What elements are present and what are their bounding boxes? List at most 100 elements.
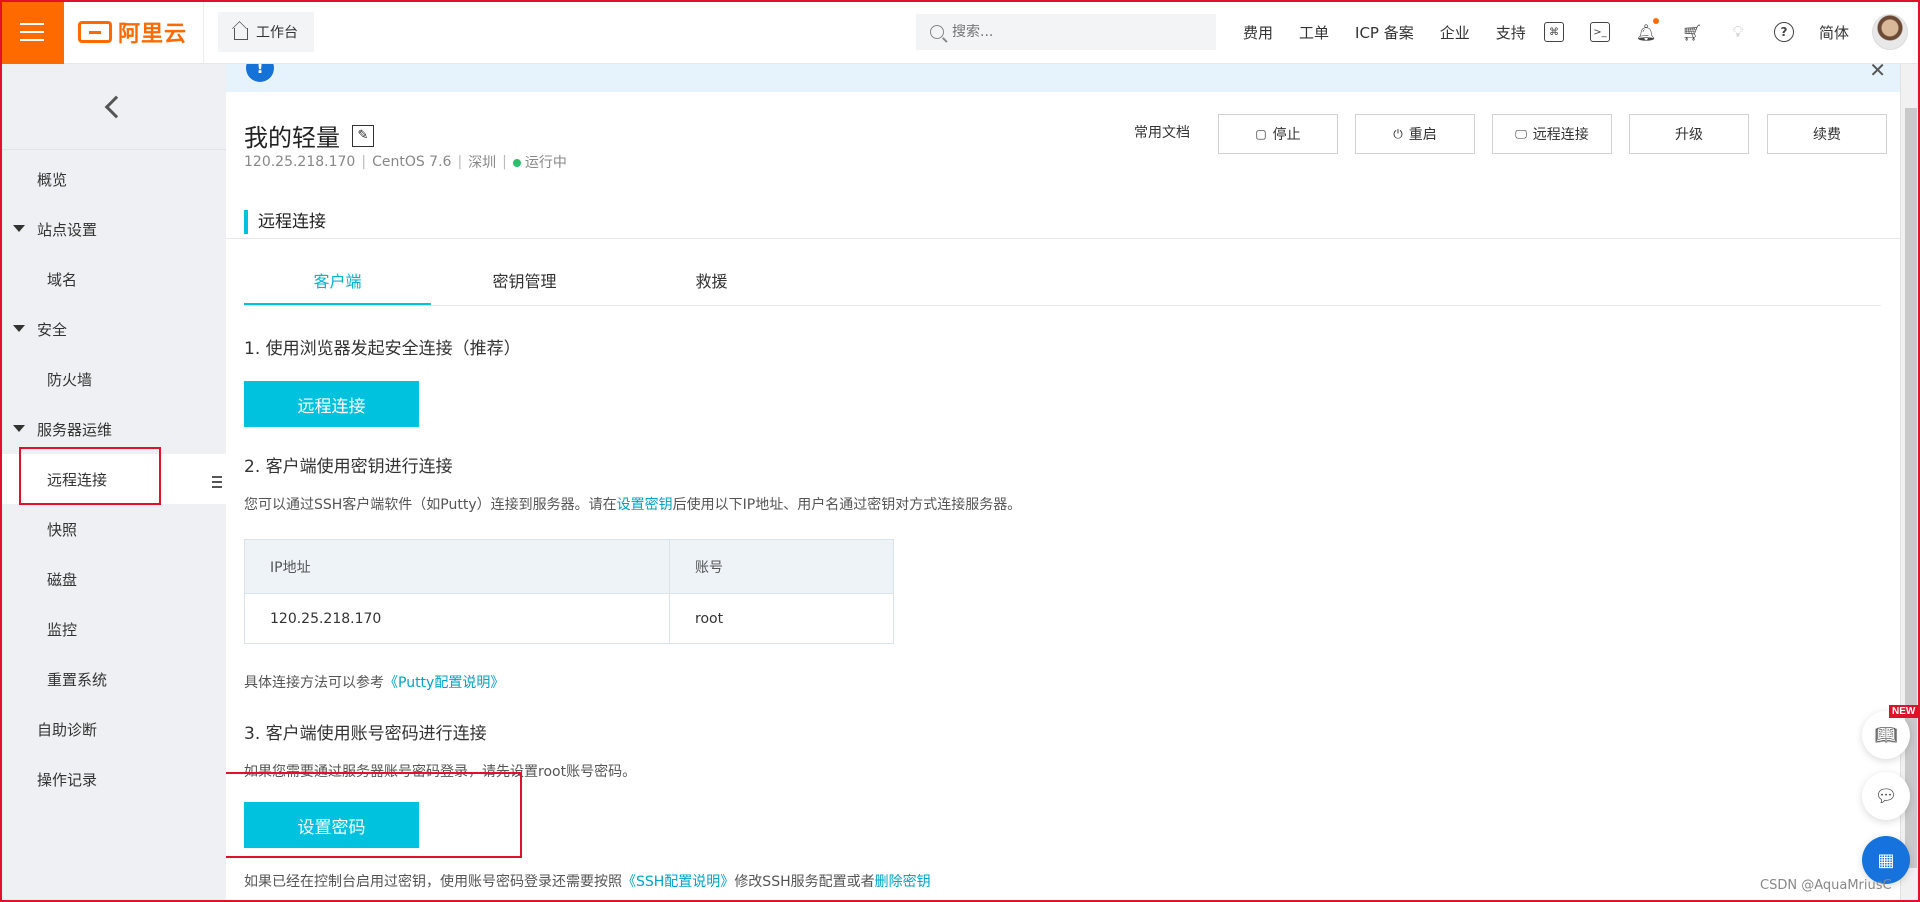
close-icon[interactable]: ✕ bbox=[1869, 64, 1886, 82]
instance-name: 我的轻量 bbox=[244, 124, 340, 152]
sidebar-item-2[interactable]: 域名 bbox=[0, 254, 226, 304]
sidebar-item-label: 防火墙 bbox=[47, 370, 93, 389]
list-icon bbox=[212, 476, 222, 488]
instance-info: 120.25.218.170 | CentOS 7.6 | 深圳 | 运行中 bbox=[244, 152, 567, 172]
section-title: 远程连接 bbox=[244, 210, 326, 234]
cart-icon[interactable]: 🛒︎ bbox=[1682, 22, 1702, 42]
aliyun-logo[interactable]: 阿里云 bbox=[64, 0, 205, 64]
set-key-link[interactable]: 设置密钥 bbox=[617, 497, 673, 513]
top-link-fees[interactable]: 费用 bbox=[1243, 22, 1273, 43]
sidebar-item-label: 重置系统 bbox=[47, 670, 108, 689]
workbench-button[interactable]: 工作台 bbox=[218, 11, 315, 52]
step2-description: 您可以通过SSH客户端软件（如Putty）连接到服务器。请在设置密钥后使用以下I… bbox=[244, 497, 1022, 513]
table-header-account: 账号 bbox=[669, 539, 894, 594]
putty-config-link[interactable]: 《Putty配置说明》 bbox=[384, 675, 504, 691]
monitor-icon: 🖵 bbox=[1515, 126, 1527, 141]
browser-remote-connect-button[interactable]: 远程连接 bbox=[244, 381, 419, 427]
sidebar-item-label: 快照 bbox=[47, 520, 78, 539]
sidebar-item-4[interactable]: 防火墙 bbox=[0, 354, 226, 404]
step3-title: 3. 客户端使用账号密码进行连接 bbox=[244, 724, 487, 744]
caret-down-icon bbox=[13, 325, 25, 332]
sidebar-item-label: 磁盘 bbox=[47, 570, 78, 589]
search-input[interactable] bbox=[952, 24, 1192, 40]
ssh-description: 如果已经在控制台启用过密钥，使用账号密码登录还需要按照《SSH配置说明》修改SS… bbox=[244, 874, 931, 890]
top-link-enterprise[interactable]: 企业 bbox=[1440, 22, 1470, 43]
upgrade-button[interactable]: 升级 bbox=[1629, 114, 1749, 154]
connection-table: IP地址 账号 120.25.218.170 root bbox=[244, 539, 894, 644]
guide-book-icon[interactable]: 📖︎ bbox=[1862, 711, 1910, 759]
sidebar-item-9[interactable]: 监控 bbox=[0, 604, 226, 654]
avatar[interactable] bbox=[1872, 14, 1908, 50]
top-link-tickets[interactable]: 工单 bbox=[1299, 22, 1329, 43]
app-icon[interactable]: ⌘ bbox=[1544, 22, 1564, 42]
apps-grid-icon[interactable]: ▦ bbox=[1862, 836, 1910, 884]
tab-key-management[interactable]: 密钥管理 bbox=[431, 260, 618, 305]
scrollbar[interactable] bbox=[1900, 64, 1920, 902]
table-row: 120.25.218.170 root bbox=[244, 593, 894, 644]
instance-ip: 120.25.218.170 bbox=[244, 154, 356, 170]
watermark: CSDN @AquaMriusC bbox=[1760, 878, 1892, 893]
instance-os: CentOS 7.6 bbox=[372, 154, 452, 170]
workbench-label: 工作台 bbox=[256, 24, 299, 41]
sidebar-item-7[interactable]: 快照 bbox=[0, 504, 226, 554]
sidebar-item-11[interactable]: 自助诊断 bbox=[0, 704, 226, 754]
chevron-left-icon bbox=[104, 95, 128, 118]
sidebar-item-10[interactable]: 重置系统 bbox=[0, 654, 226, 704]
ssh-config-link[interactable]: 《SSH配置说明》 bbox=[622, 874, 734, 890]
edit-icon[interactable]: ✎ bbox=[352, 124, 374, 147]
main-content: ! ✕ 我的轻量 ✎ 120.25.218.170 | CentOS 7.6 |… bbox=[226, 64, 1900, 902]
sidebar-item-label: 安全 bbox=[37, 320, 68, 339]
restart-button[interactable]: ⏻ 重启 bbox=[1355, 114, 1475, 154]
terminal-icon[interactable]: >_ bbox=[1590, 22, 1610, 42]
sidebar-item-label: 服务器运维 bbox=[37, 420, 113, 439]
sidebar-item-0[interactable]: 概览 bbox=[0, 154, 226, 204]
chat-icon[interactable]: 💬︎ bbox=[1862, 772, 1910, 820]
menu-button[interactable] bbox=[0, 0, 64, 64]
search-icon bbox=[930, 25, 944, 39]
status-badge: 运行中 bbox=[512, 152, 567, 172]
sidebar-item-label: 站点设置 bbox=[37, 220, 98, 239]
lightbulb-icon[interactable]: 💡︎ bbox=[1728, 22, 1748, 42]
sidebar-item-label: 自助诊断 bbox=[37, 720, 98, 739]
top-icons: ⌘ >_ 🔔︎ 🛒︎ 💡︎ ? bbox=[1544, 0, 1820, 64]
docs-link[interactable]: 常用文档 bbox=[1134, 122, 1190, 142]
stop-button[interactable]: ▢ 停止 bbox=[1218, 114, 1338, 154]
table-header-ip: IP地址 bbox=[244, 539, 670, 594]
remote-connect-button[interactable]: 🖵 远程连接 bbox=[1492, 114, 1612, 154]
sidebar-item-3[interactable]: 安全 bbox=[0, 304, 226, 354]
step1-title: 1. 使用浏览器发起安全连接（推荐） bbox=[244, 339, 521, 359]
delete-key-link[interactable]: 删除密钥 bbox=[875, 874, 931, 890]
table-cell-ip: 120.25.218.170 bbox=[244, 593, 670, 644]
language-switch[interactable]: 简体 bbox=[1819, 22, 1849, 43]
scrollbar-thumb[interactable] bbox=[1905, 108, 1917, 868]
sidebar-item-label: 概览 bbox=[37, 170, 68, 189]
renew-button[interactable]: 续费 bbox=[1767, 114, 1887, 154]
tab-client[interactable]: 客户端 bbox=[244, 260, 431, 305]
help-icon[interactable]: ? bbox=[1774, 22, 1794, 42]
table-cell-account: root bbox=[669, 593, 894, 644]
sidebar-item-12[interactable]: 操作记录 bbox=[0, 754, 226, 804]
instance-title: 我的轻量 ✎ bbox=[244, 118, 374, 153]
sidebar-item-label: 监控 bbox=[47, 620, 78, 639]
putty-description: 具体连接方法可以参考《Putty配置说明》 bbox=[244, 675, 505, 691]
tab-bar: 客户端 密钥管理 救援 bbox=[244, 260, 1881, 306]
bell-icon[interactable]: 🔔︎ bbox=[1636, 18, 1659, 42]
caret-down-icon bbox=[13, 225, 25, 232]
step2-title: 2. 客户端使用密钥进行连接 bbox=[244, 457, 453, 477]
search-box[interactable] bbox=[916, 14, 1216, 50]
sidebar-item-label: 域名 bbox=[47, 270, 78, 289]
top-link-icp[interactable]: ICP 备案 bbox=[1355, 22, 1414, 43]
highlight-box-password bbox=[226, 772, 522, 858]
top-link-support[interactable]: 支持 bbox=[1496, 22, 1526, 43]
new-badge: NEW bbox=[1889, 705, 1919, 718]
tab-rescue[interactable]: 救援 bbox=[618, 260, 805, 305]
sidebar-item-1[interactable]: 站点设置 bbox=[0, 204, 226, 254]
home-icon bbox=[234, 27, 249, 40]
highlight-box-remote bbox=[19, 447, 161, 505]
sidebar-back-button[interactable] bbox=[0, 64, 226, 150]
notice-bar: ! ✕ bbox=[226, 64, 1900, 92]
sidebar-item-8[interactable]: 磁盘 bbox=[0, 554, 226, 604]
status-dot bbox=[512, 159, 521, 167]
caret-down-icon bbox=[13, 425, 25, 432]
stop-icon: ▢ bbox=[1255, 127, 1267, 141]
